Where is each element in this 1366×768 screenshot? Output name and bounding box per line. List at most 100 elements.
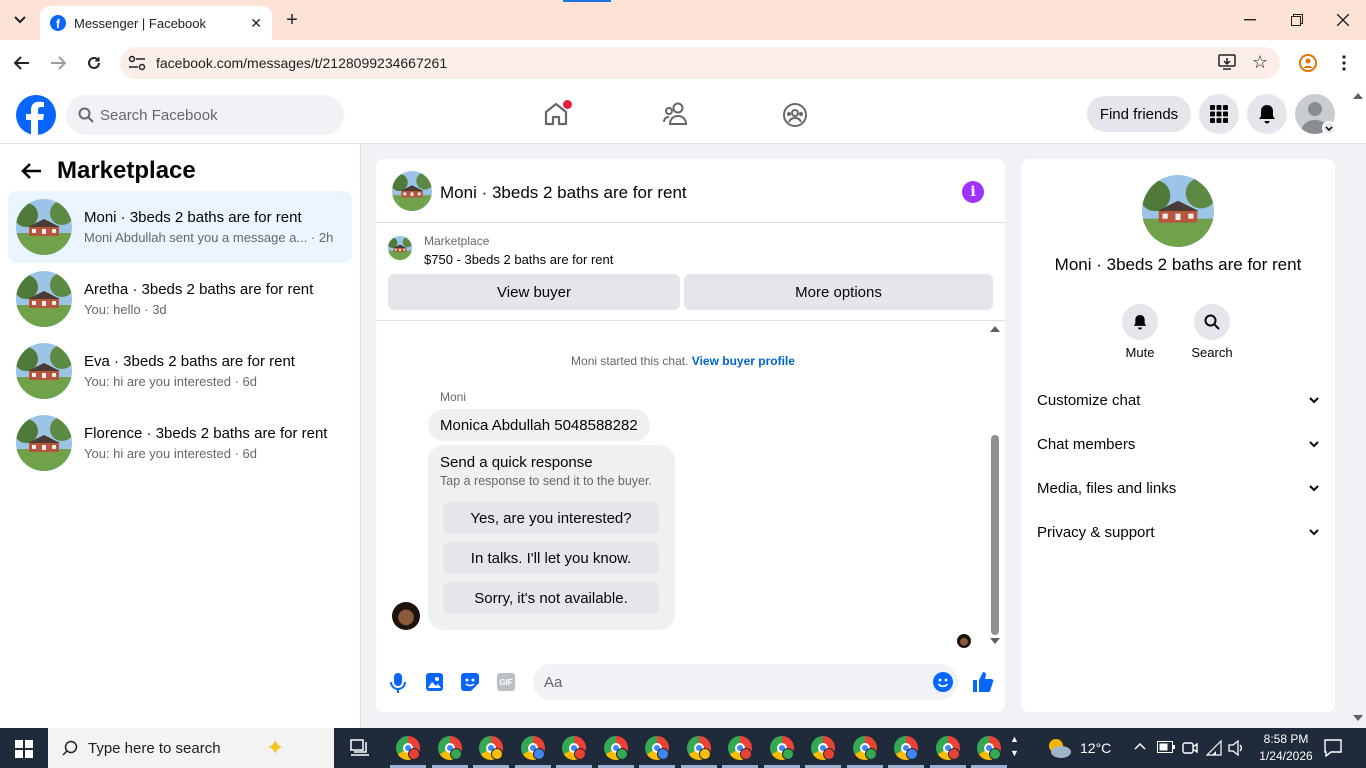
quick-response-button[interactable]: In talks. I'll let you know.	[443, 542, 659, 574]
taskbar-chrome-icon[interactable]	[686, 736, 711, 760]
close-tab-icon[interactable]: ✕	[250, 15, 262, 32]
chevron-down-icon	[1309, 484, 1319, 492]
restore-icon[interactable]	[1285, 8, 1309, 32]
search-chat-button[interactable]	[1194, 304, 1230, 340]
conversation-item[interactable]: Aretha · 3beds 2 baths are for rent You: …	[8, 263, 352, 335]
mute-button[interactable]	[1122, 304, 1158, 340]
conversation-item[interactable]: Florence · 3beds 2 baths are for rent You…	[8, 407, 352, 479]
sender-avatar[interactable]	[392, 602, 420, 630]
taskbar-chrome-icon[interactable]	[645, 736, 669, 760]
scroll-up-arrow-icon[interactable]	[990, 325, 1000, 332]
account-chevron-icon[interactable]	[1322, 121, 1336, 135]
facebook-search-input[interactable]: Search Facebook	[66, 95, 344, 135]
details-section-label: Chat members	[1037, 435, 1136, 453]
conversation-thumbnail	[16, 343, 72, 399]
install-app-icon[interactable]	[1218, 54, 1236, 70]
taskbar-chrome-icon[interactable]	[811, 736, 835, 760]
taskbar-chrome-icon[interactable]	[977, 736, 1001, 760]
chat-scrollbar-thumb[interactable]	[991, 435, 999, 635]
notifications-bell-icon[interactable]	[1247, 94, 1287, 134]
taskbar-chrome-icon[interactable]	[935, 736, 960, 760]
taskbar-chrome-icon[interactable]	[396, 736, 420, 760]
search-placeholder: Search Facebook	[100, 106, 218, 124]
more-options-button[interactable]: More options	[684, 274, 993, 310]
taskbar-chrome-icon[interactable]	[562, 736, 586, 760]
wifi-icon[interactable]	[1206, 740, 1224, 756]
chat-title[interactable]: Moni · 3beds 2 baths are for rent	[440, 183, 687, 203]
minimize-icon[interactable]	[1238, 8, 1262, 32]
details-section[interactable]: Chat members	[1037, 432, 1319, 456]
photo-icon[interactable]	[426, 673, 443, 691]
page-scroll-up-icon[interactable]	[1353, 92, 1363, 99]
menu-grid-icon[interactable]	[1199, 94, 1239, 134]
clock-time[interactable]: 8:58 PM	[1256, 732, 1316, 746]
quick-response-title: Send a quick response	[440, 454, 593, 471]
back-arrow-icon[interactable]	[20, 162, 42, 180]
battery-icon[interactable]	[1157, 741, 1175, 753]
details-section[interactable]: Customize chat	[1037, 388, 1319, 412]
groups-icon[interactable]	[782, 102, 808, 128]
task-view-icon[interactable]	[350, 739, 370, 757]
view-buyer-profile-link[interactable]: View buyer profile	[692, 354, 795, 368]
browser-menu-icon[interactable]	[1332, 51, 1356, 75]
browser-tab-messenger[interactable]: f Messenger | Facebook ✕	[40, 6, 272, 40]
chat-started-line: Moni started this chat. View buyer profi…	[376, 354, 990, 368]
message-input[interactable]: Aa	[533, 664, 958, 700]
conversation-item[interactable]: Eva · 3beds 2 baths are for rent You: hi …	[8, 335, 352, 407]
quick-response-button[interactable]: Sorry, it's not available.	[443, 582, 659, 614]
microphone-icon[interactable]	[390, 673, 406, 693]
message-text: Monica Abdullah 5048588282	[440, 416, 638, 434]
chat-listing-thumbnail[interactable]	[392, 171, 432, 211]
back-arrow-icon[interactable]	[10, 51, 34, 75]
tab-search-chevron-icon[interactable]	[8, 8, 32, 32]
home-icon[interactable]	[543, 100, 572, 127]
chevron-down-icon	[1309, 440, 1319, 448]
friends-icon[interactable]	[663, 102, 689, 126]
taskbar-chrome-icon[interactable]	[894, 736, 918, 760]
thumbs-up-icon[interactable]	[972, 671, 994, 693]
volume-icon[interactable]	[1228, 740, 1244, 756]
emoji-icon[interactable]	[933, 672, 953, 692]
taskbar-chrome-icon[interactable]	[769, 736, 794, 760]
taskbar-search-box[interactable]: Type here to search ✦	[48, 728, 334, 768]
taskbar-chrome-icon[interactable]	[852, 736, 877, 760]
address-bar[interactable]: facebook.com/messages/t/2128099234667261…	[120, 47, 1280, 79]
listing-text[interactable]: $750 - 3beds 2 baths are for rent	[424, 252, 613, 267]
chat-info-icon[interactable]: i	[962, 181, 984, 203]
find-friends-button[interactable]: Find friends	[1087, 96, 1191, 132]
conversation-item[interactable]: Moni · 3beds 2 baths are for rent Moni Ab…	[8, 191, 352, 263]
site-info-icon[interactable]	[128, 55, 146, 71]
taskbar-overflow-icon[interactable]: ▲ ▼	[1010, 732, 1019, 760]
taskbar-chrome-icon[interactable]	[479, 736, 503, 760]
close-window-icon[interactable]	[1331, 8, 1355, 32]
bookmark-star-icon[interactable]: ☆	[1252, 52, 1268, 73]
weather-temp[interactable]: 12°C	[1080, 740, 1111, 756]
details-listing-photo[interactable]	[1142, 175, 1214, 247]
details-section[interactable]: Privacy & support	[1037, 520, 1319, 544]
taskbar-chrome-icon[interactable]	[728, 736, 752, 760]
scroll-down-arrow-icon[interactable]	[990, 638, 1000, 645]
profile-icon[interactable]	[1296, 51, 1320, 75]
taskbar-chrome-icon[interactable]	[437, 736, 462, 760]
windows-start-icon[interactable]	[15, 740, 33, 758]
mute-label: Mute	[1125, 345, 1155, 360]
message-bubble[interactable]: Monica Abdullah 5048588282	[428, 409, 650, 441]
view-buyer-button[interactable]: View buyer	[388, 274, 680, 310]
new-tab-plus-icon[interactable]: +	[280, 8, 304, 32]
notification-center-icon[interactable]	[1324, 739, 1342, 757]
details-section[interactable]: Media, files and links	[1037, 476, 1319, 500]
listing-thumbnail[interactable]	[388, 236, 412, 260]
system-tray-chevron-icon[interactable]	[1134, 742, 1146, 750]
meet-now-icon[interactable]	[1182, 740, 1198, 756]
forward-arrow-icon[interactable]	[46, 51, 70, 75]
quick-response-button[interactable]: Yes, are you interested?	[443, 502, 659, 534]
weather-icon[interactable]	[1046, 736, 1072, 760]
page-scroll-down-icon[interactable]	[1353, 715, 1363, 722]
reload-icon[interactable]	[82, 51, 106, 75]
facebook-logo-icon[interactable]	[16, 95, 56, 135]
gif-icon[interactable]: GIF	[497, 673, 515, 691]
taskbar-chrome-icon[interactable]	[603, 736, 628, 760]
taskbar-chrome-icon[interactable]	[520, 736, 545, 760]
clock-date[interactable]: 1/24/2026	[1250, 749, 1322, 763]
sticker-icon[interactable]	[461, 673, 479, 691]
